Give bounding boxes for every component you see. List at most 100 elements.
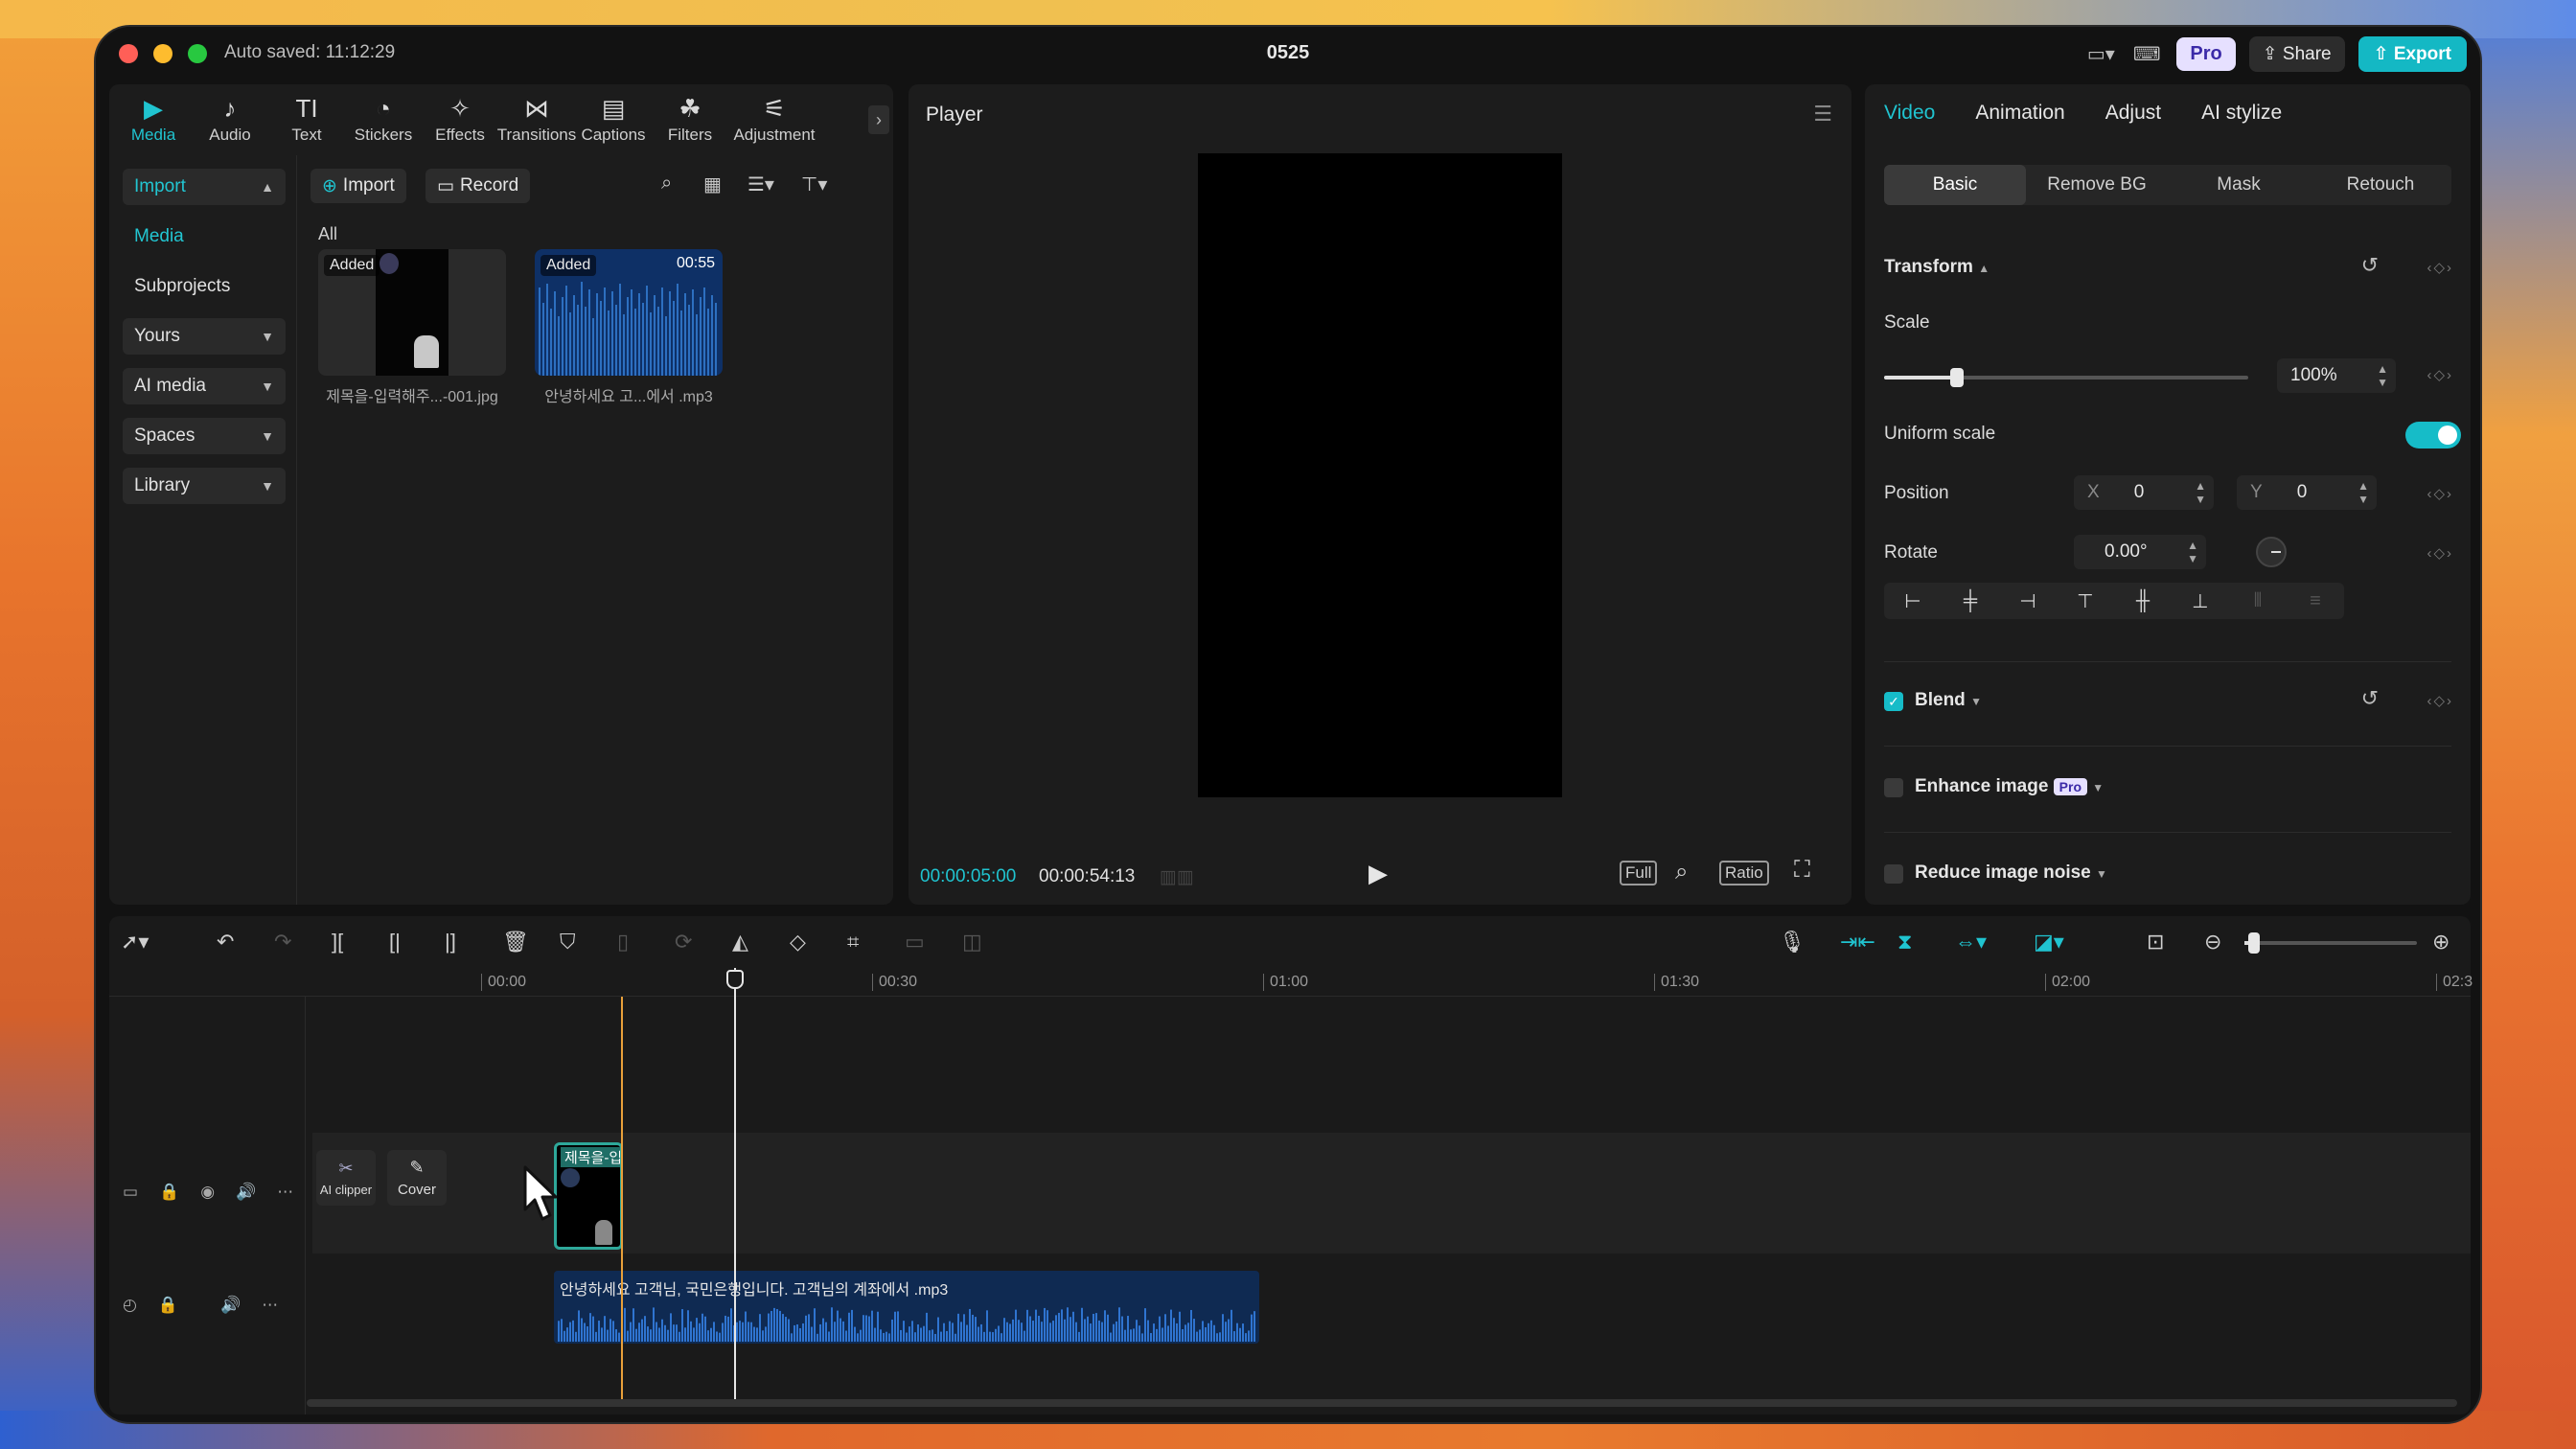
tool-effects[interactable]: ✧ Effects — [422, 84, 498, 155]
media-item-image[interactable]: Added — [318, 249, 506, 376]
stepper-icon[interactable]: ▲ ▼ — [2358, 479, 2369, 506]
more-icon[interactable]: ⋯ — [262, 1296, 278, 1315]
undo-icon[interactable]: ↶ — [217, 930, 234, 954]
tool-stickers[interactable]: ◔ Stickers — [345, 84, 422, 155]
main-track-magnet-icon[interactable]: ⇥⇤ — [1840, 930, 1875, 954]
more-icon[interactable]: ⋯ — [277, 1183, 293, 1202]
align-top-icon[interactable]: ⊤ — [2057, 583, 2114, 619]
tool-captions[interactable]: ▤ Captions — [575, 84, 652, 155]
reduce-noise-section[interactable]: Reduce image noise ▼ — [1915, 862, 2107, 884]
preview-axis-icon[interactable]: ◪▾ — [2034, 930, 2064, 954]
media-item-audio[interactable]: Added 00:55 — [535, 249, 723, 376]
enhance-image-checkbox[interactable] — [1884, 778, 1903, 797]
tool-transitions[interactable]: ⋈ Transitions — [497, 84, 577, 155]
position-y-input[interactable]: Y 0 ▲ ▼ — [2237, 475, 2377, 510]
tab-ai-stylize[interactable]: AI stylize — [2201, 102, 2282, 125]
zoom-preview-icon[interactable]: ⌕ — [1675, 859, 1688, 886]
blend-checkbox[interactable]: ✓ — [1884, 692, 1903, 711]
shortcuts-icon[interactable]: ⌨ — [2130, 40, 2163, 69]
linkage-icon[interactable]: ⇔▾ — [1955, 930, 1987, 954]
filter-icon[interactable]: ⊤▾ — [801, 172, 827, 196]
grid-view-icon[interactable]: ▦ — [703, 172, 722, 196]
share-button[interactable]: ⇪ Share — [2248, 36, 2345, 72]
rotate-dial[interactable] — [2256, 537, 2287, 567]
zoom-out-icon[interactable]: ⊖ — [2204, 930, 2221, 954]
uniform-scale-toggle[interactable] — [2405, 422, 2461, 448]
record-button[interactable]: ▭ Record — [426, 169, 531, 203]
align-left-icon[interactable]: ⊢ — [1884, 583, 1942, 619]
reset-icon[interactable]: ↺ — [2361, 253, 2379, 278]
speaker-icon[interactable]: 🔊 — [236, 1183, 256, 1202]
audio-clip[interactable]: 안녕하세요 고객님, 국민은행입니다. 고객님의 계좌에서 .mp3 — [554, 1271, 1259, 1344]
timeline-zoom-slider[interactable] — [2244, 932, 2417, 954]
tool-text[interactable]: TI Text — [268, 84, 345, 155]
subtab-basic[interactable]: Basic — [1884, 165, 2026, 205]
mirror-icon[interactable]: ◭ — [732, 930, 748, 954]
export-button[interactable]: ⇧ Export — [2358, 36, 2467, 72]
ratio-button[interactable]: Ratio — [1719, 861, 1769, 886]
scale-input[interactable]: 100% ▲ ▼ — [2277, 358, 2396, 393]
stepper-icon[interactable]: ▲ ▼ — [2187, 539, 2198, 565]
subtab-remove-bg[interactable]: Remove BG — [2026, 165, 2168, 205]
rotate-icon[interactable]: ◇ — [790, 930, 806, 954]
play-button[interactable]: ▶ — [1368, 859, 1388, 888]
search-icon[interactable]: ⌕ — [661, 172, 672, 195]
menu-icon[interactable]: ☰ — [1813, 102, 1832, 126]
tool-media[interactable]: ▶ Media — [115, 84, 192, 155]
split-left-icon[interactable]: [| — [389, 930, 401, 954]
microphone-icon[interactable]: 🎙 — [1779, 930, 1806, 954]
filter-all[interactable]: All — [318, 224, 337, 244]
ai-clipper-button[interactable]: ✂ AI clipper — [316, 1150, 376, 1206]
enhance-image-section[interactable]: Enhance image Pro ▼ — [1915, 776, 2104, 797]
transform-section[interactable]: Transform ▲ — [1884, 257, 1990, 278]
layout-icon[interactable]: ▭▾ — [2084, 40, 2117, 69]
delete-icon[interactable]: 🗑 — [502, 930, 529, 954]
lock-icon[interactable]: 🔒 — [158, 1296, 178, 1315]
preview-canvas[interactable] — [1198, 153, 1562, 797]
stepper-icon[interactable]: ▲ ▼ — [2195, 479, 2206, 506]
keyframe-nav-icon[interactable]: ‹◇› — [2426, 544, 2453, 562]
sidebar-item-yours[interactable]: Yours ▼ — [123, 318, 286, 355]
split-right-icon[interactable]: |] — [445, 930, 456, 954]
split-icon[interactable]: ][ — [332, 930, 343, 954]
align-right-icon[interactable]: ⊣ — [1999, 583, 2057, 619]
sidebar-item-media[interactable]: Media — [123, 218, 286, 255]
sort-icon[interactable]: ☰▾ — [748, 172, 774, 196]
sidebar-item-spaces[interactable]: Spaces ▼ — [123, 418, 286, 454]
align-bottom-icon[interactable]: ⊥ — [2172, 583, 2229, 619]
speaker-icon[interactable]: 🔊 — [220, 1296, 241, 1315]
waveform-toggle-icon[interactable]: ▥▥ — [1160, 866, 1194, 888]
stepper-icon[interactable]: ▲ ▼ — [2377, 362, 2388, 389]
keyframe-nav-icon[interactable]: ‹◇› — [2426, 692, 2453, 709]
reduce-noise-checkbox[interactable] — [1884, 864, 1903, 884]
keyframe-nav-icon[interactable]: ‹◇› — [2426, 259, 2453, 276]
eye-icon[interactable]: ◉ — [200, 1183, 215, 1202]
playhead[interactable] — [734, 968, 736, 1403]
cover-button[interactable]: ✎ Cover — [387, 1150, 447, 1206]
tab-animation[interactable]: Animation — [1975, 102, 2064, 125]
zoom-slider-handle[interactable] — [2248, 932, 2260, 954]
chevron-right-icon[interactable]: › — [868, 105, 889, 134]
subtab-mask[interactable]: Mask — [2168, 165, 2310, 205]
auto-snap-icon[interactable]: ⧗ — [1898, 930, 1912, 954]
sidebar-item-ai-media[interactable]: AI media ▼ — [123, 368, 286, 404]
tool-audio[interactable]: ♪ Audio — [192, 84, 268, 155]
reset-icon[interactable]: ↺ — [2361, 686, 2379, 711]
blend-section[interactable]: Blend ▼ — [1915, 690, 1982, 711]
align-center-h-icon[interactable]: ╪ — [1942, 583, 1999, 619]
sidebar-item-import[interactable]: Import ▲ — [123, 169, 286, 205]
position-x-input[interactable]: X 0 ▲ ▼ — [2074, 475, 2214, 510]
rotate-input[interactable]: 0.00° ▲ ▼ — [2074, 535, 2206, 569]
crop-icon[interactable]: ⌗ — [847, 930, 859, 954]
align-center-v-icon[interactable]: ╫ — [2114, 583, 2172, 619]
fullscreen-icon[interactable]: ⛶ — [1794, 857, 1810, 884]
scale-slider-handle[interactable] — [1950, 368, 1964, 387]
tab-video[interactable]: Video — [1884, 102, 1935, 125]
tool-filters[interactable]: ☘ Filters — [652, 84, 728, 155]
pro-button[interactable]: Pro — [2176, 37, 2236, 71]
subtab-retouch[interactable]: Retouch — [2310, 165, 2451, 205]
time-ruler[interactable]: 00:00 00:30 01:00 01:30 02:00 02:3 — [109, 968, 2472, 997]
playhead-handle[interactable] — [726, 970, 744, 989]
import-button[interactable]: ⊕ Import — [310, 169, 406, 203]
select-tool-icon[interactable]: ➚▾ — [121, 930, 149, 954]
